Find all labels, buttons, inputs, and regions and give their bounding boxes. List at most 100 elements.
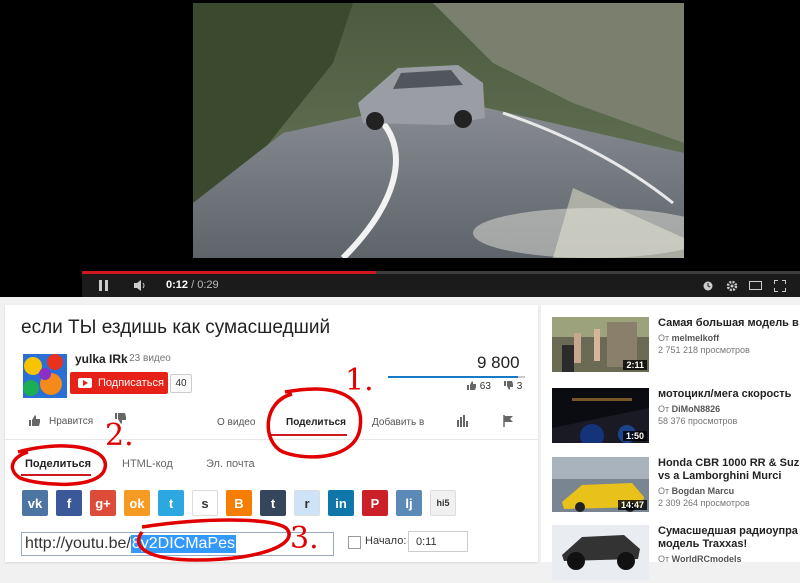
start-time-label: Начало: — [365, 535, 407, 547]
related-author[interactable]: WorldRCmodels — [672, 554, 742, 564]
share-hi5-button[interactable]: hi5 — [430, 490, 456, 516]
share-odnoklassniki-button[interactable]: ok — [124, 490, 150, 516]
related-duration: 2:11 — [623, 360, 647, 370]
channel-avatar[interactable] — [23, 354, 67, 398]
related-title[interactable]: Самая большая модель в — [658, 317, 800, 330]
start-time-input[interactable]: 0:11 — [408, 531, 468, 552]
blogger-icon: B — [234, 495, 244, 511]
share-livejournal-button[interactable]: lj — [396, 490, 422, 516]
current-time: 0:12 — [166, 279, 189, 291]
share-url-field[interactable]: http://youtu.be/8y2DICMaPes — [21, 532, 334, 556]
related-video-item[interactable]: 1:50 мотоцикл/мега скорость От DiMoN8826… — [552, 388, 800, 446]
share-pinterest-button[interactable]: P — [362, 490, 388, 516]
video-info-panel: если ТЫ ездишь как сумасшедший yulka IRk… — [5, 305, 538, 562]
video-count[interactable]: · 23 видео — [123, 353, 171, 364]
related-thumbnail[interactable]: 14:47 — [552, 457, 649, 512]
related-title[interactable]: Сумасшедшая радиоупра модель Traxxas! — [658, 525, 800, 551]
like-label: Нравится — [49, 416, 94, 427]
related-video-item[interactable]: Сумасшедшая радиоупра модель Traxxas! От … — [552, 525, 800, 583]
thumbs-up-icon — [467, 381, 476, 390]
gear-icon[interactable] — [724, 274, 740, 297]
subtab-email[interactable]: Эл. почта — [206, 458, 255, 470]
related-author[interactable]: melmelkoff — [672, 333, 720, 343]
related-video-item[interactable]: 2:11 Самая большая модель в От melmelkof… — [552, 317, 800, 375]
twitter-icon: t — [168, 495, 174, 511]
pause-icon[interactable] — [96, 274, 112, 297]
subtab-share[interactable]: Поделиться — [25, 458, 91, 470]
theater-mode-icon[interactable] — [747, 274, 763, 297]
tab-about[interactable]: О видео — [217, 417, 255, 428]
watch-later-icon[interactable] — [701, 274, 715, 297]
start-time-checkbox[interactable] — [348, 536, 361, 549]
share-linkedin-button[interactable]: in — [328, 490, 354, 516]
related-author[interactable]: DiMoN8826 — [672, 404, 721, 414]
livejournal-icon: lj — [405, 495, 413, 511]
related-title-line: Сумасшедшая радиоупра — [658, 525, 798, 537]
like-ratio-bar — [388, 376, 525, 378]
share-reddit-button[interactable]: r — [294, 490, 320, 516]
related-by: От — [658, 486, 670, 496]
related-views: 2 751 218 просмотров — [658, 345, 750, 355]
share-google-plus-button[interactable]: g+ — [90, 490, 116, 516]
related-title[interactable]: мотоцикл/мега скорость — [658, 388, 800, 401]
video-title: если ТЫ ездишь как сумасшедший — [21, 317, 331, 338]
share-tab-underline — [271, 434, 347, 436]
google-plus-icon: g+ — [95, 495, 111, 511]
related-title-line: Honda CBR 1000 RR & Suzu — [658, 457, 800, 469]
video-player[interactable]: 0:12 / 0:29 — [0, 0, 800, 297]
volume-icon[interactable] — [132, 274, 148, 297]
like-button[interactable]: Нравится — [29, 415, 93, 427]
subtab-embed[interactable]: HTML-код — [122, 458, 173, 470]
like-ratio-fill — [388, 376, 519, 378]
related-thumbnail[interactable]: 1:50 — [552, 388, 649, 443]
facebook-icon: f — [66, 495, 72, 511]
dislike-button[interactable] — [115, 413, 126, 427]
related-author-line: От Bogdan Marcu — [658, 486, 734, 496]
share-stumbleupon-button[interactable]: s — [192, 490, 218, 516]
like-count: 63 — [479, 381, 491, 392]
related-videos: 2:11 Самая большая модель в От melmelkof… — [541, 305, 800, 580]
vk-icon: vk — [27, 495, 43, 511]
tumblr-icon: t — [270, 495, 276, 511]
share-facebook-button[interactable]: f — [56, 490, 82, 516]
view-count: 9 800 — [477, 353, 520, 372]
share-url-prefix: http://youtu.be/ — [25, 535, 131, 552]
share-twitter-button[interactable]: t — [158, 490, 184, 516]
player-controls: 0:12 / 0:29 — [82, 274, 800, 297]
channel-name[interactable]: yulka IRk — [75, 352, 128, 366]
related-thumbnail[interactable]: 2:11 — [552, 317, 649, 372]
related-title[interactable]: Honda CBR 1000 RR & Suzu vs a Lamborghini… — [658, 457, 800, 483]
share-url-id: 8y2DICMaPes — [130, 535, 237, 553]
related-author[interactable]: Bogdan Marcu — [672, 486, 735, 496]
action-bar: Нравится О видео Поделиться Добавить в — [5, 405, 538, 439]
related-thumbnail[interactable] — [552, 525, 649, 580]
related-title-line: модель Traxxas! — [658, 538, 748, 550]
related-views: 2 309 264 просмотров — [658, 498, 750, 508]
related-by: От — [658, 554, 670, 564]
related-video-item[interactable]: 14:47 Honda CBR 1000 RR & Suzu vs a Lambo… — [552, 457, 800, 515]
thumbs-down-icon — [115, 413, 126, 424]
related-author-line: От WorldRCmodels — [658, 554, 741, 564]
video-frame-image — [193, 3, 684, 258]
statistics-icon[interactable] — [457, 415, 469, 430]
fullscreen-icon[interactable] — [771, 274, 789, 297]
video-frame[interactable] — [193, 3, 684, 258]
share-vk-button[interactable]: vk — [22, 490, 48, 516]
odnoklassniki-icon: ok — [129, 495, 145, 511]
time-display: 0:12 / 0:29 — [166, 279, 219, 291]
tab-add-to[interactable]: Добавить в — [372, 417, 424, 428]
hi5-icon: hi5 — [436, 498, 450, 508]
youtube-logo-icon — [78, 378, 92, 388]
related-author-line: От melmelkoff — [658, 333, 719, 343]
share-tumblr-button[interactable]: t — [260, 490, 286, 516]
dislike-count-button[interactable]: 3 — [504, 381, 522, 392]
reddit-icon: r — [304, 495, 310, 511]
share-blogger-button[interactable]: B — [226, 490, 252, 516]
related-title-line: vs a Lamborghini Murci — [658, 470, 782, 482]
related-by: От — [658, 333, 670, 343]
subscribe-button[interactable]: Подписаться — [70, 372, 168, 394]
tab-share[interactable]: Поделиться — [286, 417, 346, 428]
flag-icon[interactable] — [503, 415, 514, 430]
duration: 0:29 — [197, 279, 219, 291]
like-count-button[interactable]: 63 — [467, 381, 491, 392]
